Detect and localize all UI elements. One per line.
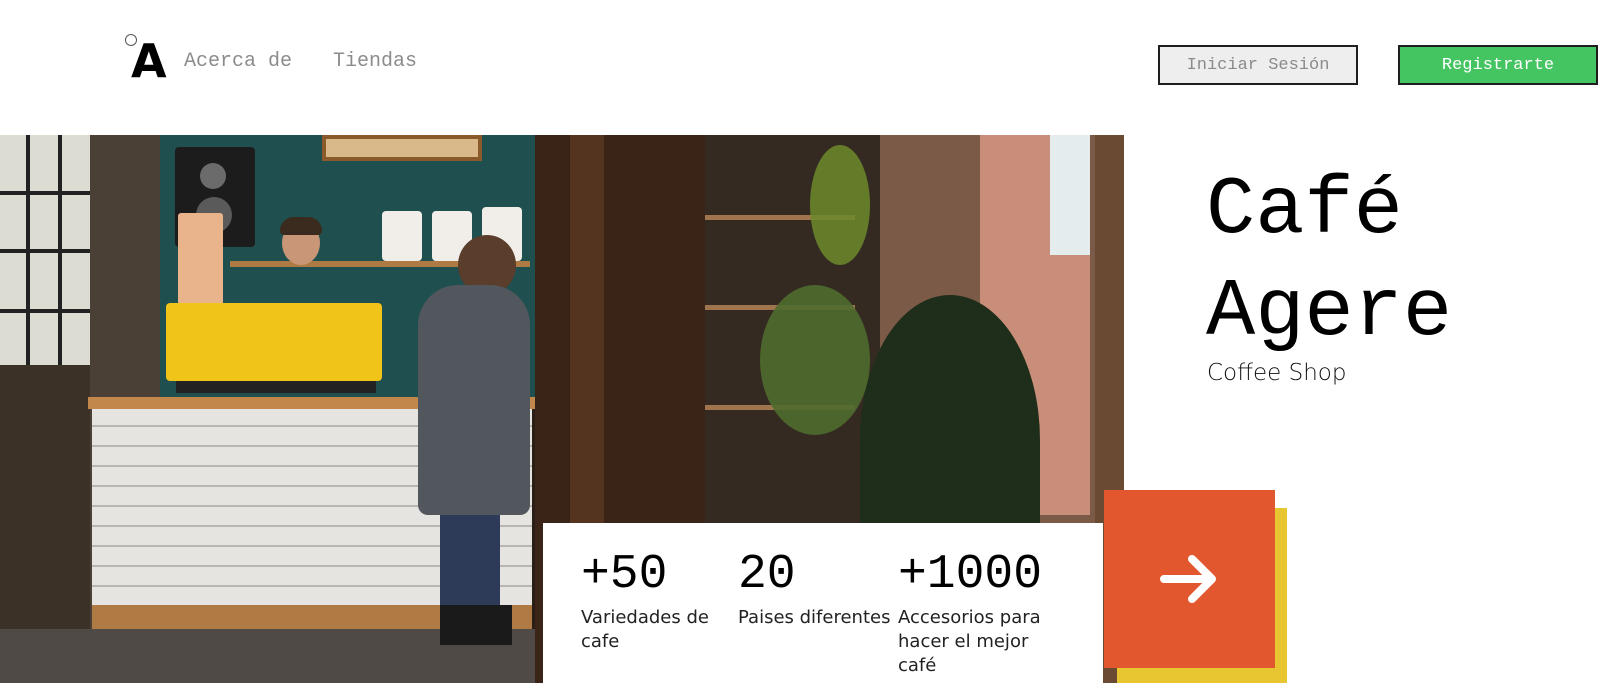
stat-item: +50 Variedades de cafe: [581, 550, 736, 654]
hero-title: Café Agere: [1206, 164, 1453, 359]
stat-label: Variedades de cafe: [581, 607, 709, 652]
nav-link-about[interactable]: Acerca de: [184, 50, 292, 74]
stat-item: +1000 Accesorios para hacer el mejor caf…: [898, 550, 1053, 678]
logo[interactable]: A: [131, 38, 167, 84]
stat-item: 20 Paises diferentes: [738, 550, 893, 630]
stat-label: Accesorios para hacer el mejor café: [898, 607, 1041, 676]
stats-card: +50 Variedades de cafe 20 Paises diferen…: [543, 523, 1103, 683]
stat-value: +1000: [898, 548, 1043, 602]
register-button[interactable]: Registrarte: [1398, 45, 1598, 85]
next-arrow-button[interactable]: [1104, 490, 1275, 668]
arrow-right-icon: [1159, 555, 1216, 603]
stat-label: Paises diferentes: [738, 607, 891, 628]
login-button[interactable]: Iniciar Sesión: [1158, 45, 1358, 85]
nav-link-stores[interactable]: Tiendas: [333, 50, 417, 74]
stat-value: +50: [581, 548, 668, 602]
hero-subtitle: Coffee Shop: [1207, 360, 1347, 386]
stat-value: 20: [738, 548, 796, 602]
